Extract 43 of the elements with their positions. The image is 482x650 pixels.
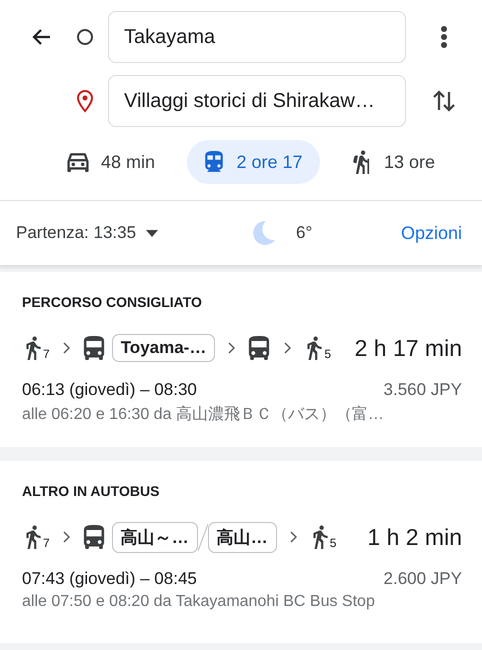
options-link[interactable]: Opzioni [400, 222, 462, 244]
origin-field[interactable]: Takayama [108, 11, 406, 63]
section-heading: ALTRO IN AUTOBUS [22, 483, 160, 499]
chevron-icon [227, 342, 236, 354]
more-options-icon[interactable] [440, 25, 448, 49]
route-times: 06:13 (giovedì) – 08:30 [22, 380, 197, 400]
slash-icon [198, 524, 208, 550]
travel-mode-tab[interactable]: 2 ore 17 [187, 140, 320, 184]
chevron-icon [283, 342, 292, 354]
section-heading: PERCORSO CONSIGLIATO [22, 294, 203, 310]
route-duration: 1 h 2 min [367, 524, 462, 550]
train-icon [204, 151, 224, 173]
route-price: 2.600 JPY [384, 569, 462, 589]
chevron-icon [62, 531, 70, 543]
dropdown-caret-icon [146, 230, 158, 236]
line-label: 高山～… [112, 522, 198, 552]
location-pin-icon [76, 89, 94, 113]
bus-icon [82, 336, 106, 360]
hiker-icon [352, 150, 372, 174]
swap-icon[interactable] [432, 88, 456, 114]
temperature: 6° [296, 223, 312, 243]
route-details: alle 07:50 e 08:20 da Takayamanohi BC Bus Stop [22, 593, 376, 611]
car-icon [67, 152, 89, 172]
route-times: 07:43 (giovedì) – 08:45 [22, 569, 197, 589]
line-label: 高山… [208, 522, 277, 552]
origin-circle-icon [76, 28, 94, 46]
bus-icon [82, 525, 106, 549]
route-price: 3.560 JPY [384, 380, 462, 400]
route-duration: 2 h 17 min [354, 334, 462, 362]
walk-minutes: 7 [43, 537, 50, 549]
destination-field[interactable]: Villaggi storici di Shirakaw… [108, 75, 406, 127]
chevron-icon [288, 531, 297, 543]
walk-minutes: 5 [330, 537, 336, 549]
route-details: alle 06:20 e 16:30 da 高山濃飛ＢＣ（バス）（富… [22, 404, 385, 425]
travel-mode-tab[interactable]: 48 min [50, 140, 172, 184]
travel-mode-tab[interactable]: 13 ore [334, 140, 452, 184]
walk-minutes: 5 [324, 348, 332, 360]
departure-dropdown[interactable]: Partenza: 13:35 [16, 223, 158, 243]
walk-minutes: 7 [43, 348, 50, 360]
line-label: Toyama-… [112, 334, 216, 362]
route-card[interactable]: PERCORSO CONSIGLIATO 7 Toyama-… 5 2 h 17 min 06:13 (giovedì) – 08:30 3.560 JPY alle 06:20 e 16:30 da 高山濃飛ＢＣ（バス）（富… [0, 272, 482, 447]
bus-icon [247, 336, 272, 360]
chevron-icon [62, 342, 70, 354]
